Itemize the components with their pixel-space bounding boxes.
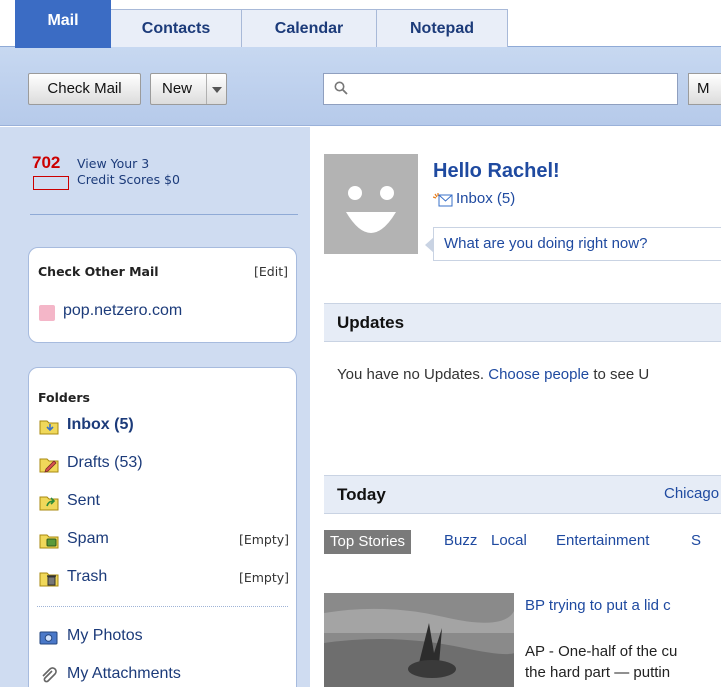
status-prompt: What are you doing right now? xyxy=(444,235,648,252)
news-tab-entertainment[interactable]: Entertainment xyxy=(556,532,649,549)
new-button[interactable]: New xyxy=(150,73,227,105)
main-content: Hello Rachel! Inbox (5) What are you doi… xyxy=(310,127,721,687)
check-other-mail-panel: Check Other Mail [Edit] pop.netzero.com xyxy=(28,247,297,343)
credit-score-number: 702 xyxy=(32,153,61,172)
tab-notepad[interactable]: Notepad xyxy=(376,9,508,47)
empty-trash-link[interactable]: [Empty] xyxy=(239,570,289,585)
sent-folder-icon xyxy=(39,496,59,511)
today-title: Today xyxy=(337,485,386,504)
paperclip-icon xyxy=(42,667,57,683)
profile-inbox-label: Inbox (5) xyxy=(456,190,516,207)
account-color-icon xyxy=(39,305,55,321)
new-button-label: New xyxy=(162,80,193,97)
news-summary: AP - One-half of the cu the hard part — … xyxy=(525,641,677,683)
folders-title: Folders xyxy=(38,390,90,405)
tab-calendar[interactable]: Calendar xyxy=(241,9,377,47)
choose-people-link[interactable]: Choose people xyxy=(488,366,589,383)
credit-score-text: View Your 3 Credit Scores $0 xyxy=(77,156,180,188)
search-button[interactable]: M xyxy=(688,73,721,105)
news-tab-top-stories[interactable]: Top Stories xyxy=(324,530,412,554)
folder-trash-label: Trash xyxy=(67,568,108,585)
news-tabs: Top Stories Buzz Local Entertainment S xyxy=(324,530,721,556)
trash-folder-icon xyxy=(39,572,59,587)
folder-divider xyxy=(37,606,288,607)
empty-spam-link[interactable]: [Empty] xyxy=(239,532,289,547)
my-photos-link[interactable]: My Photos xyxy=(39,627,289,649)
folder-spam-label: Spam xyxy=(67,530,109,547)
tab-contacts[interactable]: Contacts xyxy=(110,9,242,47)
search-input[interactable] xyxy=(323,73,678,105)
folder-spam[interactable]: Spam [Empty] xyxy=(39,530,289,552)
updates-title: Updates xyxy=(337,313,405,332)
updates-text-after: to see U xyxy=(589,366,650,383)
location-link[interactable]: Chicago xyxy=(664,485,719,502)
my-attachments-link[interactable]: My Attachments xyxy=(39,665,289,687)
inbox-folder-icon xyxy=(39,420,59,435)
sidebar: 702 View Your 3 Credit Scores $0 Check O… xyxy=(0,127,310,687)
check-mail-button[interactable]: Check Mail xyxy=(28,73,141,105)
new-mail-icon xyxy=(433,193,453,207)
updates-message: You have no Updates. Choose people to se… xyxy=(337,366,649,383)
sidebar-divider xyxy=(30,214,298,215)
status-input[interactable]: What are you doing right now? xyxy=(425,227,721,261)
my-attachments-label: My Attachments xyxy=(67,665,181,682)
pop-account-link[interactable]: pop.netzero.com xyxy=(63,302,182,320)
avatar[interactable] xyxy=(324,154,418,254)
status-notch xyxy=(425,237,434,253)
edit-link[interactable]: [Edit] xyxy=(254,264,288,279)
folder-inbox[interactable]: Inbox (5) xyxy=(39,416,289,438)
chevron-down-icon[interactable] xyxy=(206,74,226,104)
photos-icon xyxy=(39,631,58,645)
toolbar: Check Mail New M xyxy=(0,47,721,126)
folder-trash[interactable]: Trash [Empty] xyxy=(39,568,289,590)
folder-drafts-label: Drafts (53) xyxy=(67,454,143,471)
today-header: Today Chicago xyxy=(324,475,721,514)
top-tab-bar: Mail Contacts Calendar Notepad xyxy=(0,0,721,48)
folders-panel: Folders Inbox (5) Drafts (53) Sent Spam … xyxy=(28,367,297,687)
search-icon xyxy=(334,81,348,95)
spam-folder-icon xyxy=(39,534,59,549)
check-other-mail-title: Check Other Mail xyxy=(38,264,159,279)
news-summary-line-2: the hard part — puttin xyxy=(525,664,671,681)
news-headline[interactable]: BP trying to put a lid c xyxy=(525,597,671,614)
updates-text-before: You have no Updates. xyxy=(337,366,489,383)
news-tab-buzz[interactable]: Buzz xyxy=(444,532,477,549)
news-summary-line-1: AP - One-half of the cu xyxy=(525,643,678,660)
tab-mail[interactable]: Mail xyxy=(15,0,111,48)
credit-line-2: Credit Scores $0 xyxy=(77,172,180,187)
folder-sent-label: Sent xyxy=(67,492,100,509)
news-tab-local[interactable]: Local xyxy=(491,532,527,549)
my-photos-label: My Photos xyxy=(67,627,143,644)
folder-drafts[interactable]: Drafts (53) xyxy=(39,454,289,476)
drafts-folder-icon xyxy=(39,458,59,473)
news-tab-more[interactable]: S xyxy=(691,532,701,549)
greeting: Hello Rachel! xyxy=(433,160,560,182)
folder-inbox-label: Inbox (5) xyxy=(67,416,134,433)
folder-sent[interactable]: Sent xyxy=(39,492,289,514)
credit-score-box xyxy=(33,176,69,190)
updates-header: Updates xyxy=(324,303,721,342)
credit-line-1: View Your 3 xyxy=(77,156,150,171)
news-photo[interactable] xyxy=(324,593,514,687)
